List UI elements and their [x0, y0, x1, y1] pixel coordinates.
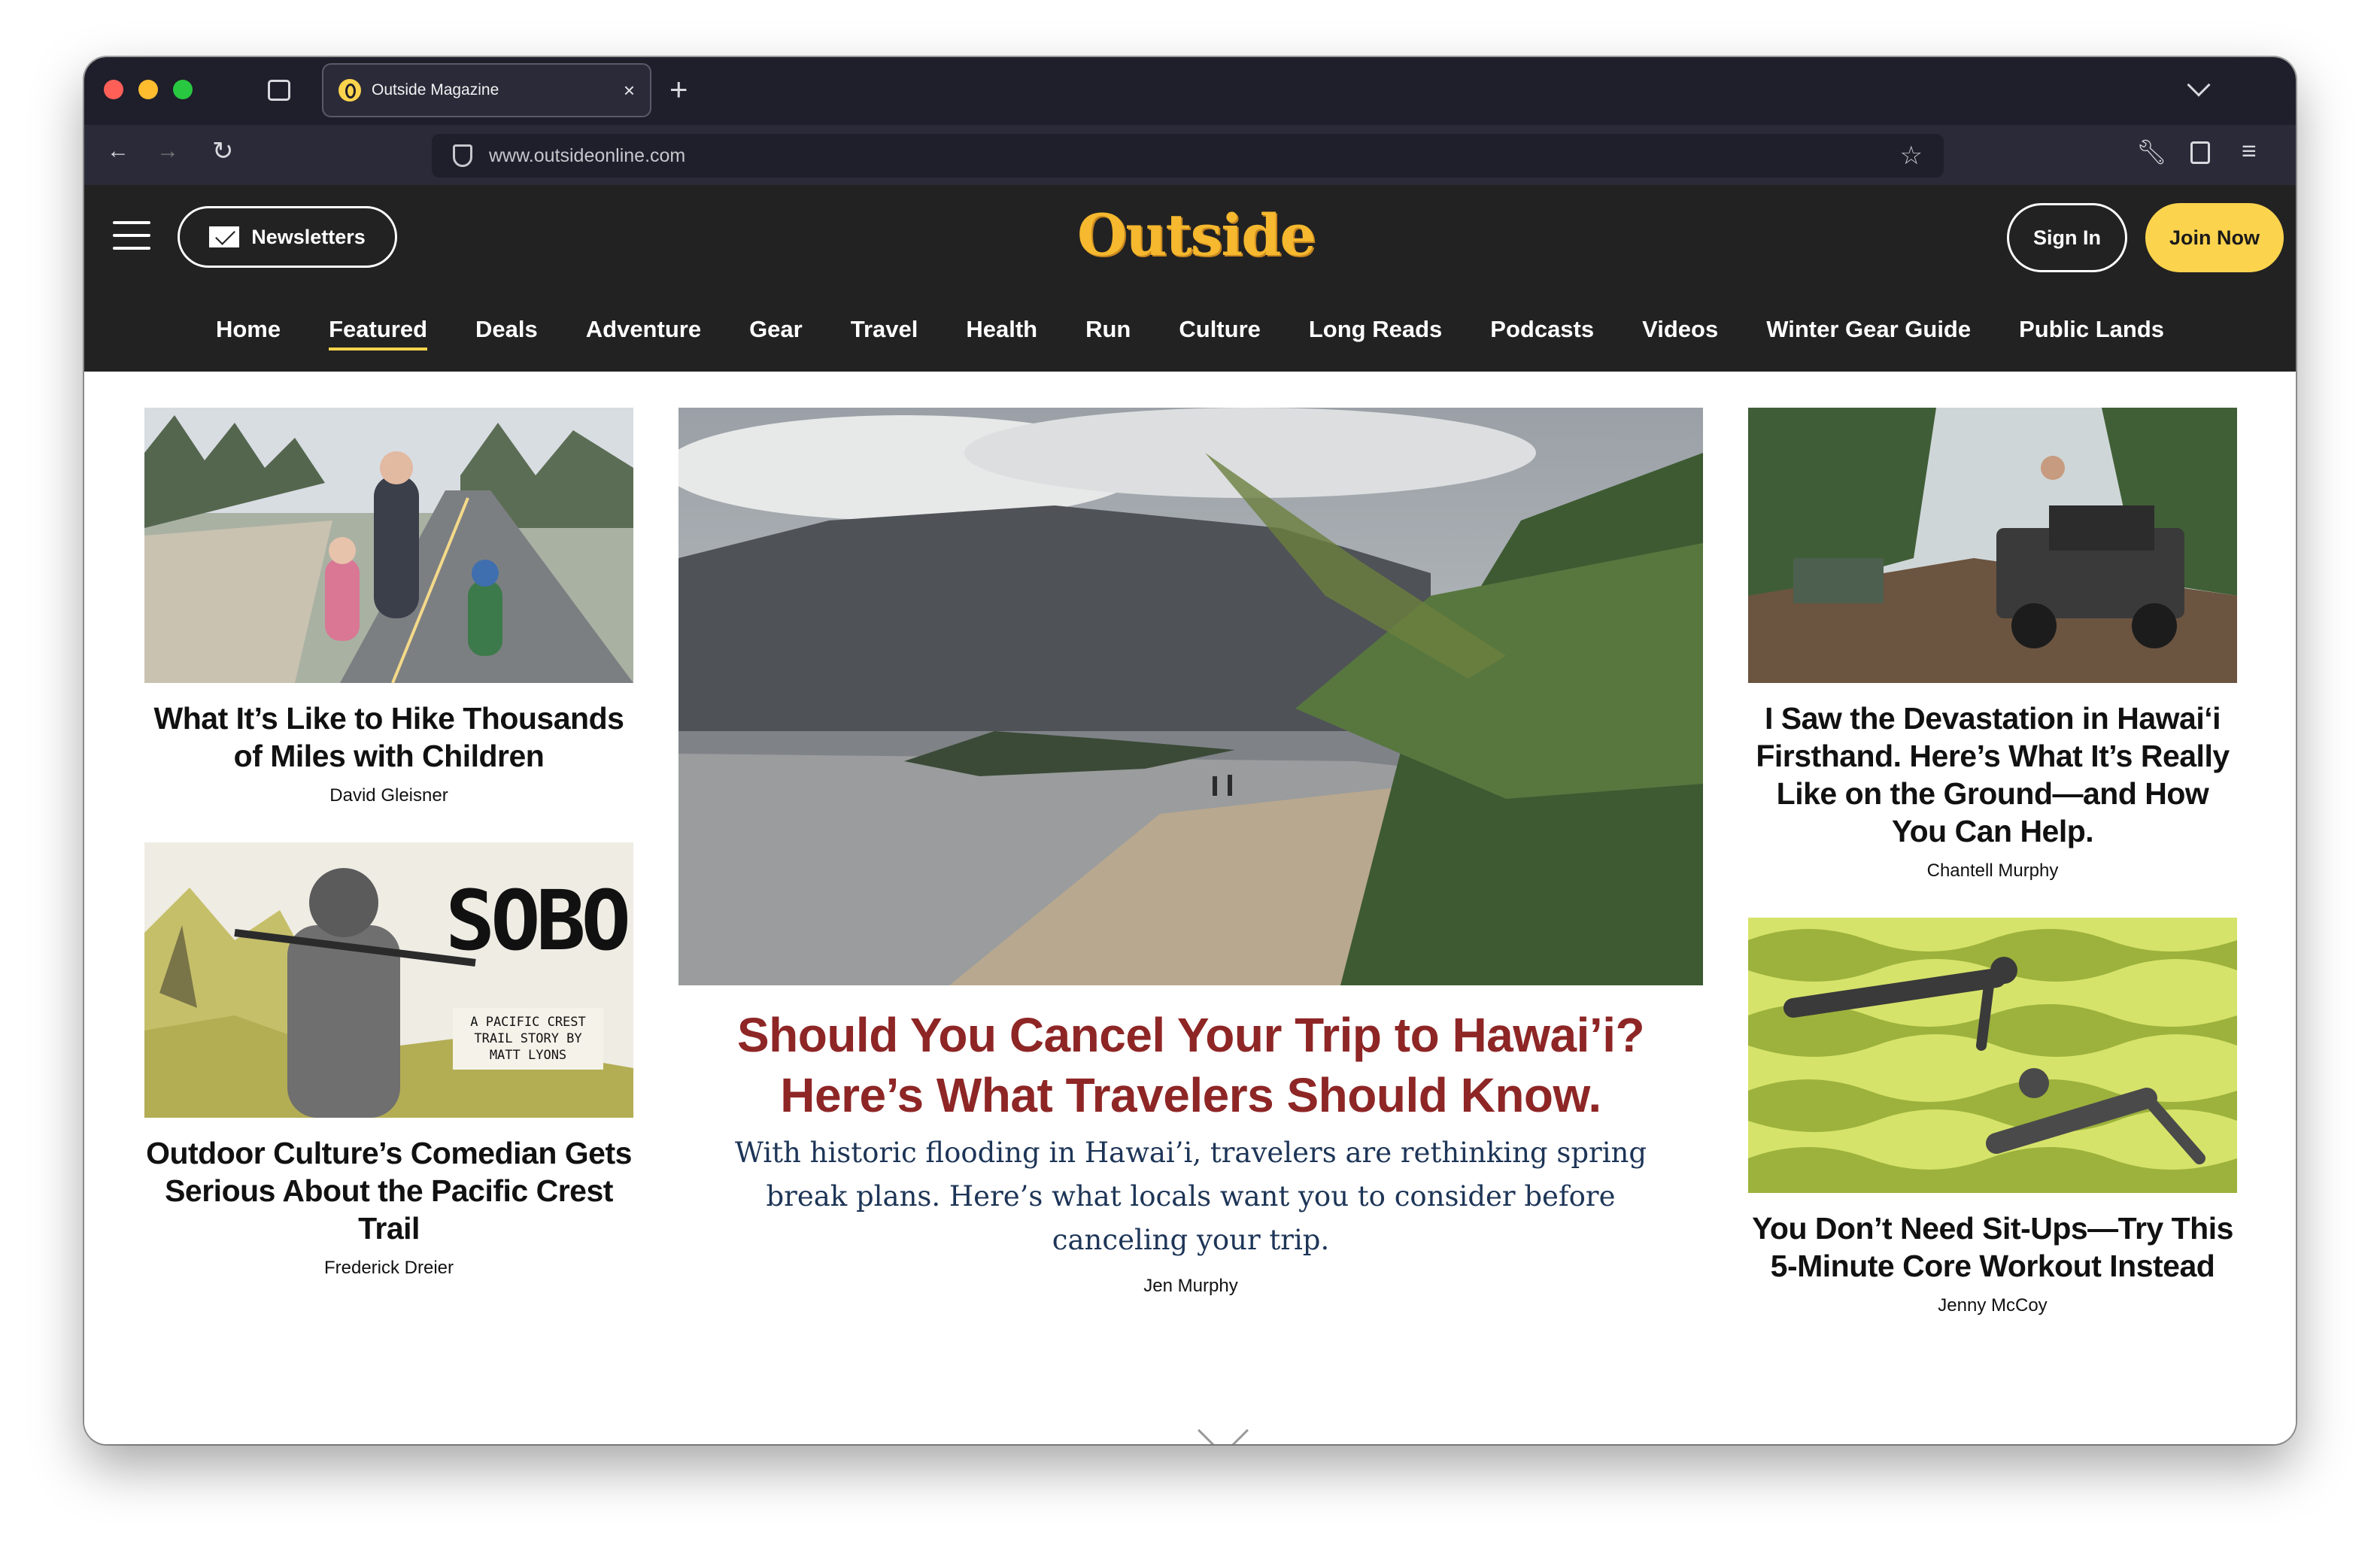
article-image-core-workout[interactable]: [1748, 918, 2237, 1193]
article-image-family-hiking[interactable]: [144, 408, 633, 683]
nav-deals[interactable]: Deals: [451, 307, 562, 352]
tab-outside-magazine[interactable]: Outside Magazine ×: [322, 63, 651, 117]
article-title[interactable]: What It’s Like to Hike Thousands of Mile…: [144, 700, 633, 775]
back-arrow-icon[interactable]: ←: [107, 140, 129, 162]
outside-logo[interactable]: Outside: [1077, 202, 1316, 275]
sign-in-button[interactable]: Sign In: [2007, 203, 2127, 272]
article-card-hawaii-devastation[interactable]: I Saw the Devastation in Hawai‘i Firstha…: [1748, 408, 2237, 882]
main-article-image-hawaii-beach[interactable]: [678, 408, 1703, 985]
tab-close-icon[interactable]: ×: [624, 79, 635, 102]
address-bar[interactable]: www.outsideonline.com ☆: [432, 134, 1944, 178]
navigation-toolbar: ← → ↻ www.outsideonline.com ☆ 🔧︎ ≡: [84, 125, 2296, 185]
zoom-window-button[interactable]: [173, 80, 193, 99]
article-card-hike-children[interactable]: What It’s Like to Hike Thousands of Mile…: [144, 408, 633, 806]
wrench-icon[interactable]: 🔧︎: [2136, 140, 2167, 164]
main-nav: Home Featured Deals Adventure Gear Trave…: [84, 307, 2296, 352]
tab-title: Outside Magazine: [372, 81, 499, 99]
article-title[interactable]: Outdoor Culture’s Comedian Gets Serious …: [144, 1134, 633, 1247]
article-author[interactable]: David Gleisner: [144, 785, 633, 806]
nav-adventure[interactable]: Adventure: [562, 307, 725, 352]
newsletters-label: Newsletters: [251, 225, 366, 248]
featured-content: What It’s Like to Hike Thousands of Mile…: [84, 372, 2296, 1444]
close-window-button[interactable]: [104, 80, 123, 99]
nav-culture[interactable]: Culture: [1155, 307, 1285, 352]
join-now-button[interactable]: Join Now: [2145, 203, 2284, 272]
article-title[interactable]: You Don’t Need Sit-Ups—Try This 5-Minute…: [1748, 1209, 2237, 1285]
shield-icon[interactable]: [453, 144, 472, 167]
outside-favicon-icon: [338, 79, 361, 102]
envelope-icon: [209, 226, 240, 247]
url-text[interactable]: www.outsideonline.com: [489, 145, 685, 167]
article-title[interactable]: I Saw the Devastation in Hawai‘i Firstha…: [1748, 700, 2237, 850]
tab-list-chevron-icon[interactable]: [2187, 73, 2211, 97]
article-card-pct-comedian[interactable]: SOBO A PACIFIC CREST TRAIL STORY BY MATT…: [144, 842, 633, 1279]
minimize-window-button[interactable]: [138, 80, 158, 99]
nav-run[interactable]: Run: [1061, 307, 1155, 352]
main-article-author[interactable]: Jen Murphy: [678, 1276, 1703, 1297]
nav-featured[interactable]: Featured: [305, 307, 451, 352]
main-article-dek: With historic flooding in Hawai’i, trave…: [734, 1137, 1647, 1256]
nav-podcasts[interactable]: Podcasts: [1466, 307, 1618, 352]
nav-winter-gear-guide[interactable]: Winter Gear Guide: [1742, 307, 1995, 352]
nav-travel[interactable]: Travel: [827, 307, 943, 352]
tab-overview-icon[interactable]: [268, 80, 290, 101]
main-article-title[interactable]: Should You Cancel Your Trip to Hawai’i? …: [678, 1005, 1703, 1125]
main-feature-article[interactable]: Should You Cancel Your Trip to Hawai’i? …: [678, 408, 1703, 1297]
scroll-down-chevron-icon[interactable]: [1198, 1405, 1249, 1444]
nav-gear[interactable]: Gear: [725, 307, 827, 352]
browser-window: Outside Magazine × + ← → ↻ www.outsideon…: [84, 57, 2296, 1444]
new-tab-button[interactable]: +: [669, 74, 688, 105]
nav-public-lands[interactable]: Public Lands: [1995, 307, 2188, 352]
forward-arrow-icon[interactable]: →: [156, 140, 179, 162]
article-author[interactable]: Chantell Murphy: [1748, 860, 2237, 882]
extensions-icon[interactable]: [2190, 141, 2210, 164]
article-author[interactable]: Frederick Dreier: [144, 1258, 633, 1279]
newsletters-button[interactable]: Newsletters: [178, 206, 397, 268]
nav-long-reads[interactable]: Long Reads: [1285, 307, 1466, 352]
nav-home[interactable]: Home: [192, 307, 305, 352]
tab-bar: Outside Magazine × +: [84, 57, 2296, 125]
bookmark-star-icon[interactable]: ☆: [1900, 141, 1923, 171]
app-menu-icon[interactable]: ≡: [2242, 138, 2257, 164]
site-menu-icon[interactable]: [113, 221, 150, 250]
article-image-sobo[interactable]: SOBO A PACIFIC CREST TRAIL STORY BY MATT…: [144, 842, 633, 1118]
article-image-flood-truck[interactable]: [1748, 408, 2237, 683]
nav-health[interactable]: Health: [942, 307, 1061, 352]
nav-videos[interactable]: Videos: [1618, 307, 1742, 352]
article-card-core-workout[interactable]: You Don’t Need Sit-Ups—Try This 5-Minute…: [1748, 918, 2237, 1316]
article-author[interactable]: Jenny McCoy: [1748, 1295, 2237, 1316]
sobo-image-caption: A PACIFIC CREST TRAIL STORY BY MATT LYON…: [453, 1008, 603, 1070]
site-header: Newsletters Outside Sign In Join Now Hom…: [84, 185, 2296, 372]
sobo-image-text: SOBO: [445, 873, 631, 969]
reload-icon[interactable]: ↻: [212, 138, 234, 164]
